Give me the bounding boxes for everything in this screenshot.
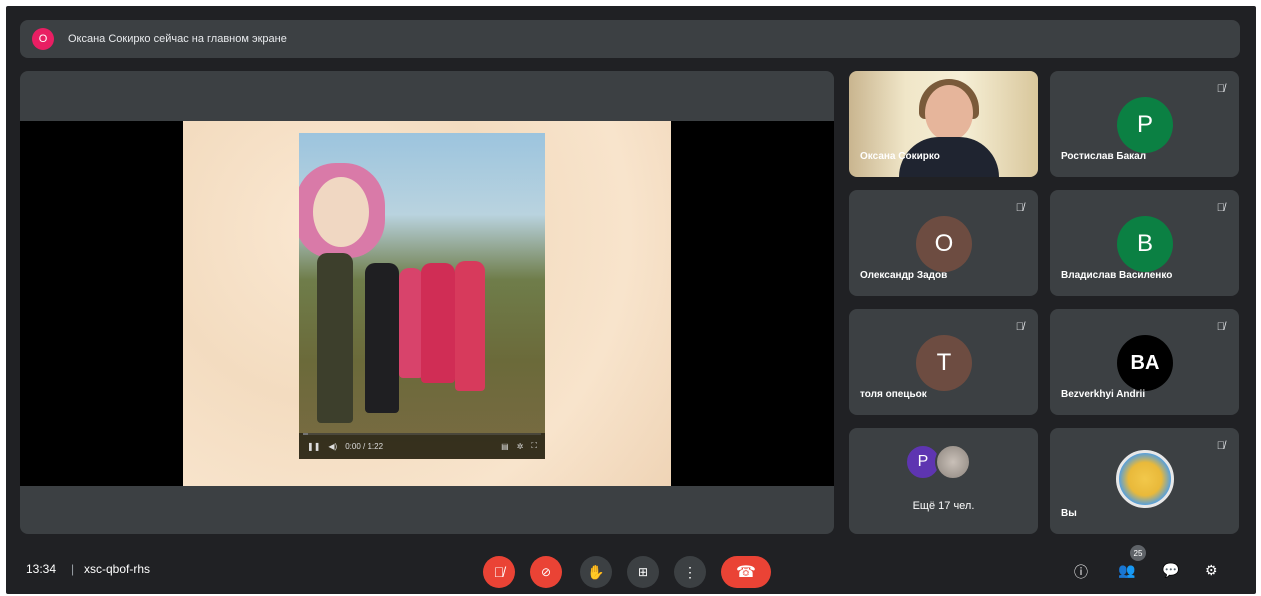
present-screen-icon: ⊞ bbox=[637, 565, 649, 579]
participant-tile-3[interactable]: 🎙̸ О Олександр Задов bbox=[849, 190, 1038, 296]
person-figure bbox=[421, 263, 455, 383]
captions-icon[interactable]: ▤ bbox=[501, 442, 509, 451]
mic-off-icon: 🎙̸ bbox=[1216, 83, 1225, 95]
mic-off-icon: 🎙̸ bbox=[1216, 202, 1225, 214]
participant-tile-6[interactable]: 🎙̸ BA Bezverkhyi Andrii bbox=[1050, 309, 1239, 415]
camera-toggle-button[interactable]: ⊘ bbox=[530, 556, 562, 588]
mic-off-icon: 🎙̸ bbox=[1216, 321, 1225, 333]
self-avatar bbox=[1116, 450, 1174, 508]
participant-tile-1[interactable]: Оксана Сокирко bbox=[849, 71, 1038, 177]
volume-icon[interactable]: ◀) bbox=[328, 442, 337, 451]
participant-avatar: B bbox=[1117, 216, 1173, 272]
portrait-face bbox=[313, 177, 369, 247]
pause-icon[interactable]: ❚❚ bbox=[307, 442, 320, 451]
participant-name: Владислав Василенко bbox=[1061, 270, 1173, 281]
camera-off-icon: ⊘ bbox=[540, 565, 552, 579]
more-participants-tile[interactable]: P Ещё 17 чел. bbox=[849, 428, 1038, 534]
clock: 13:34 bbox=[26, 562, 57, 576]
presenting-banner-text: Оксана Сокирко сейчас на главном экране bbox=[68, 33, 287, 45]
shared-slide: ❚❚ ◀) 0:00 / 1:22 ▤ ✲ ⛶ bbox=[183, 121, 671, 486]
participant-tile-5[interactable]: 🎙̸ T толя опецьок bbox=[849, 309, 1038, 415]
more-options-icon: ⋮ bbox=[683, 563, 697, 580]
participant-name: Ростислав Бакал bbox=[1061, 151, 1147, 162]
info-icon[interactable]: ⓘ bbox=[1074, 562, 1088, 582]
more-avatars: P bbox=[905, 444, 971, 480]
person-figure bbox=[399, 268, 423, 378]
embedded-video[interactable]: ❚❚ ◀) 0:00 / 1:22 ▤ ✲ ⛶ bbox=[299, 133, 545, 459]
video-time: 0:00 / 1:22 bbox=[345, 441, 384, 451]
participant-photo-avatar bbox=[935, 444, 971, 480]
hang-up-icon: ☎ bbox=[736, 564, 756, 581]
hang-up-button[interactable]: ☎ bbox=[721, 556, 771, 588]
activities-icon[interactable]: ⚙ bbox=[1205, 562, 1218, 579]
presenter-avatar: O bbox=[32, 28, 54, 50]
person-figure bbox=[317, 253, 353, 423]
settings-icon[interactable]: ✲ bbox=[517, 442, 524, 451]
participant-name: Олександр Задов bbox=[860, 270, 948, 281]
fullscreen-icon[interactable]: ⛶ bbox=[531, 441, 537, 451]
person-figure bbox=[365, 263, 399, 413]
presenting-banner: O Оксана Сокирко сейчас на главном экран… bbox=[20, 20, 1240, 58]
camera-person-face bbox=[925, 85, 973, 141]
raise-hand-button[interactable]: ✋ bbox=[580, 556, 612, 588]
presentation-stage: ❚❚ ◀) 0:00 / 1:22 ▤ ✲ ⛶ bbox=[20, 121, 834, 486]
more-participants-label: Ещё 17 чел. bbox=[912, 500, 975, 512]
participant-tile-4[interactable]: 🎙̸ B Владислав Василенко bbox=[1050, 190, 1239, 296]
mic-toggle-button[interactable]: 🎙̸ bbox=[483, 556, 515, 588]
raise-hand-icon: ✋ bbox=[587, 563, 605, 580]
person-figure bbox=[455, 261, 485, 391]
participants-count-badge: 25 bbox=[1130, 545, 1146, 561]
participant-name: толя опецьок bbox=[860, 389, 927, 400]
mic-off-icon: 🎙̸ bbox=[1015, 321, 1024, 333]
mic-off-icon: 🎙̸ bbox=[493, 564, 505, 580]
people-icon[interactable]: 👥 bbox=[1118, 562, 1135, 579]
self-tile[interactable]: 🎙̸ Вы bbox=[1050, 428, 1239, 534]
mic-off-icon: 🎙̸ bbox=[1015, 202, 1024, 214]
participant-name: Вы bbox=[1061, 508, 1077, 519]
more-options-button[interactable]: ⋮ bbox=[674, 556, 706, 588]
video-controls: ❚❚ ◀) 0:00 / 1:22 ▤ ✲ ⛶ bbox=[299, 433, 545, 459]
participant-name: Bezverkhyi Andrii bbox=[1061, 389, 1146, 400]
mic-off-icon: 🎙̸ bbox=[1216, 440, 1225, 452]
present-button[interactable]: ⊞ bbox=[627, 556, 659, 588]
participant-tile-2[interactable]: 🎙̸ P Ростислав Бакал bbox=[1050, 71, 1239, 177]
meeting-code: xsc-qbof-rhs bbox=[84, 562, 151, 576]
separator: | bbox=[71, 562, 75, 576]
chat-icon[interactable]: 💬 bbox=[1162, 562, 1179, 579]
participant-avatar: О bbox=[916, 216, 972, 272]
participant-avatar: P bbox=[1117, 97, 1173, 153]
main-presentation[interactable]: ❚❚ ◀) 0:00 / 1:22 ▤ ✲ ⛶ bbox=[20, 71, 834, 534]
participant-avatar: BA bbox=[1117, 335, 1173, 391]
participant-avatar: T bbox=[916, 335, 972, 391]
participant-name: Оксана Сокирко bbox=[860, 151, 940, 162]
